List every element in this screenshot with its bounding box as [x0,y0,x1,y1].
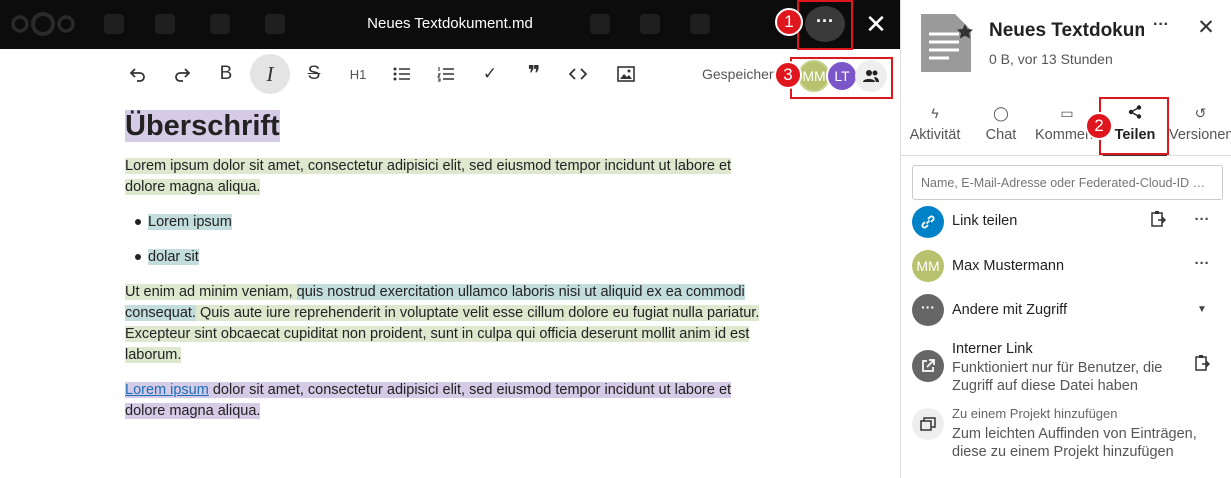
add-to-project-desc: Zum leichten Auffinden von Einträgen, di… [952,426,1197,460]
internal-link-desc: Funktioniert nur für Benutzer, die Zugri… [952,360,1163,394]
annotation-badge-2: 2 [1085,112,1113,140]
insert-image-button[interactable] [606,54,646,94]
more-icon: ··· [912,294,944,326]
annotation-badge-3: 3 [774,61,802,89]
document-heading: Überschrift [125,110,280,142]
bold-button[interactable]: B [206,54,246,94]
viewer-header: Neues Textdokument.md ··· ✕ [0,0,900,49]
link-icon [912,206,944,238]
image-icon [617,66,635,82]
project-icon [912,408,944,440]
heading-button[interactable]: H1 [338,54,378,94]
list-item: Lorem ipsum [135,212,232,233]
strikethrough-button[interactable]: S [294,54,334,94]
ordered-list-icon [437,67,454,82]
others-access-row[interactable]: ··· Andere mit Zugriff ▼ [912,294,1223,326]
share-user-menu-button[interactable]: ··· [1190,254,1214,278]
blockquote-button[interactable]: ❞ [514,54,554,94]
internal-link-title: Interner Link [952,341,1033,357]
redo-button[interactable] [162,54,202,94]
bullet-list-icon [393,67,410,81]
internal-link-row: Interner Link Funktioniert nur für Benut… [912,340,1223,396]
code-block-button[interactable] [558,54,598,94]
chevron-down-icon[interactable]: ▼ [1190,300,1214,324]
details-sidebar: Neues Textdokument.md 0 B, vor 13 Stunde… [900,0,1231,478]
share-link-row: Link teilen ··· [912,206,1223,238]
tab-chat[interactable]: ◯ Chat [969,100,1033,156]
shared-user-name: Max Mustermann [952,258,1065,274]
editor-toolbar: B I S H1 ✓ ❞ Gespeichert [0,49,900,99]
sidebar-close-button[interactable]: ✕ [1192,14,1220,42]
add-to-project-row[interactable]: Zu einem Projekt hinzufügen Zum leichten… [912,404,1223,466]
paragraph-1: Lorem ipsum dolor sit amet, consectetur … [125,158,732,195]
tab-versions[interactable]: ↺ Versionen [1169,100,1231,156]
chat-icon: ◯ [993,105,1009,121]
share-link-menu-button[interactable]: ··· [1190,210,1214,234]
checkbox-button[interactable]: ✓ [470,54,510,94]
code-icon [569,68,587,80]
external-link-icon [912,350,944,382]
undo-icon [129,68,145,82]
clipboard-icon [1151,211,1167,227]
italic-button[interactable]: I [250,54,290,94]
clipboard-icon [1195,355,1211,371]
avatar: MM [912,250,944,282]
share-link-label[interactable]: Link teilen [952,213,1017,229]
bullet-icon [135,219,141,226]
bullet-list-button[interactable] [382,54,422,94]
viewer-close-button[interactable]: ✕ [862,9,890,39]
annotation-box-1 [797,0,853,50]
lorem-ipsum-link[interactable]: Lorem ipsum [125,382,209,398]
tab-activity[interactable]: ϟ Aktivität [901,100,969,156]
paragraph-3: Lorem ipsum dolor sit amet, consectetur … [125,382,732,419]
sidebar-file-meta: 0 B, vor 13 Stunden [989,51,1113,67]
add-to-project-title: Zu einem Projekt hinzufügen [952,406,1118,421]
activity-icon: ϟ [931,105,939,121]
annotation-box-3 [790,57,893,99]
annotation-badge-1: 1 [775,8,803,36]
app-root: Neues Textdokument.md ··· ✕ B I S H1 ✓ ❞… [0,0,1231,478]
document-title: Neues Textdokument.md [367,15,533,32]
redo-icon [175,68,191,82]
text-file-icon [921,14,973,72]
bullet-icon [135,254,141,261]
sidebar-tabs: ϟ Aktivität ◯ Chat ▭ Kommentare Teilen ↺… [901,100,1231,156]
list-item: dolar sit [135,247,199,268]
sidebar-file-name: Neues Textdokument.md [989,20,1144,41]
share-user-row: MM Max Mustermann ··· [912,250,1223,282]
history-icon: ↺ [1194,105,1207,121]
undo-button[interactable] [118,54,158,94]
ordered-list-button[interactable] [426,54,466,94]
others-access-label: Andere mit Zugriff [952,302,1067,318]
paragraph-2: Ut enim ad minim veniam, quis nostrud ex… [125,284,760,363]
sidebar-more-button[interactable]: ··· [1147,14,1175,42]
copy-link-button[interactable] [1146,210,1170,234]
share-search-input[interactable] [912,165,1223,200]
copy-internal-link-button[interactable] [1190,354,1214,378]
